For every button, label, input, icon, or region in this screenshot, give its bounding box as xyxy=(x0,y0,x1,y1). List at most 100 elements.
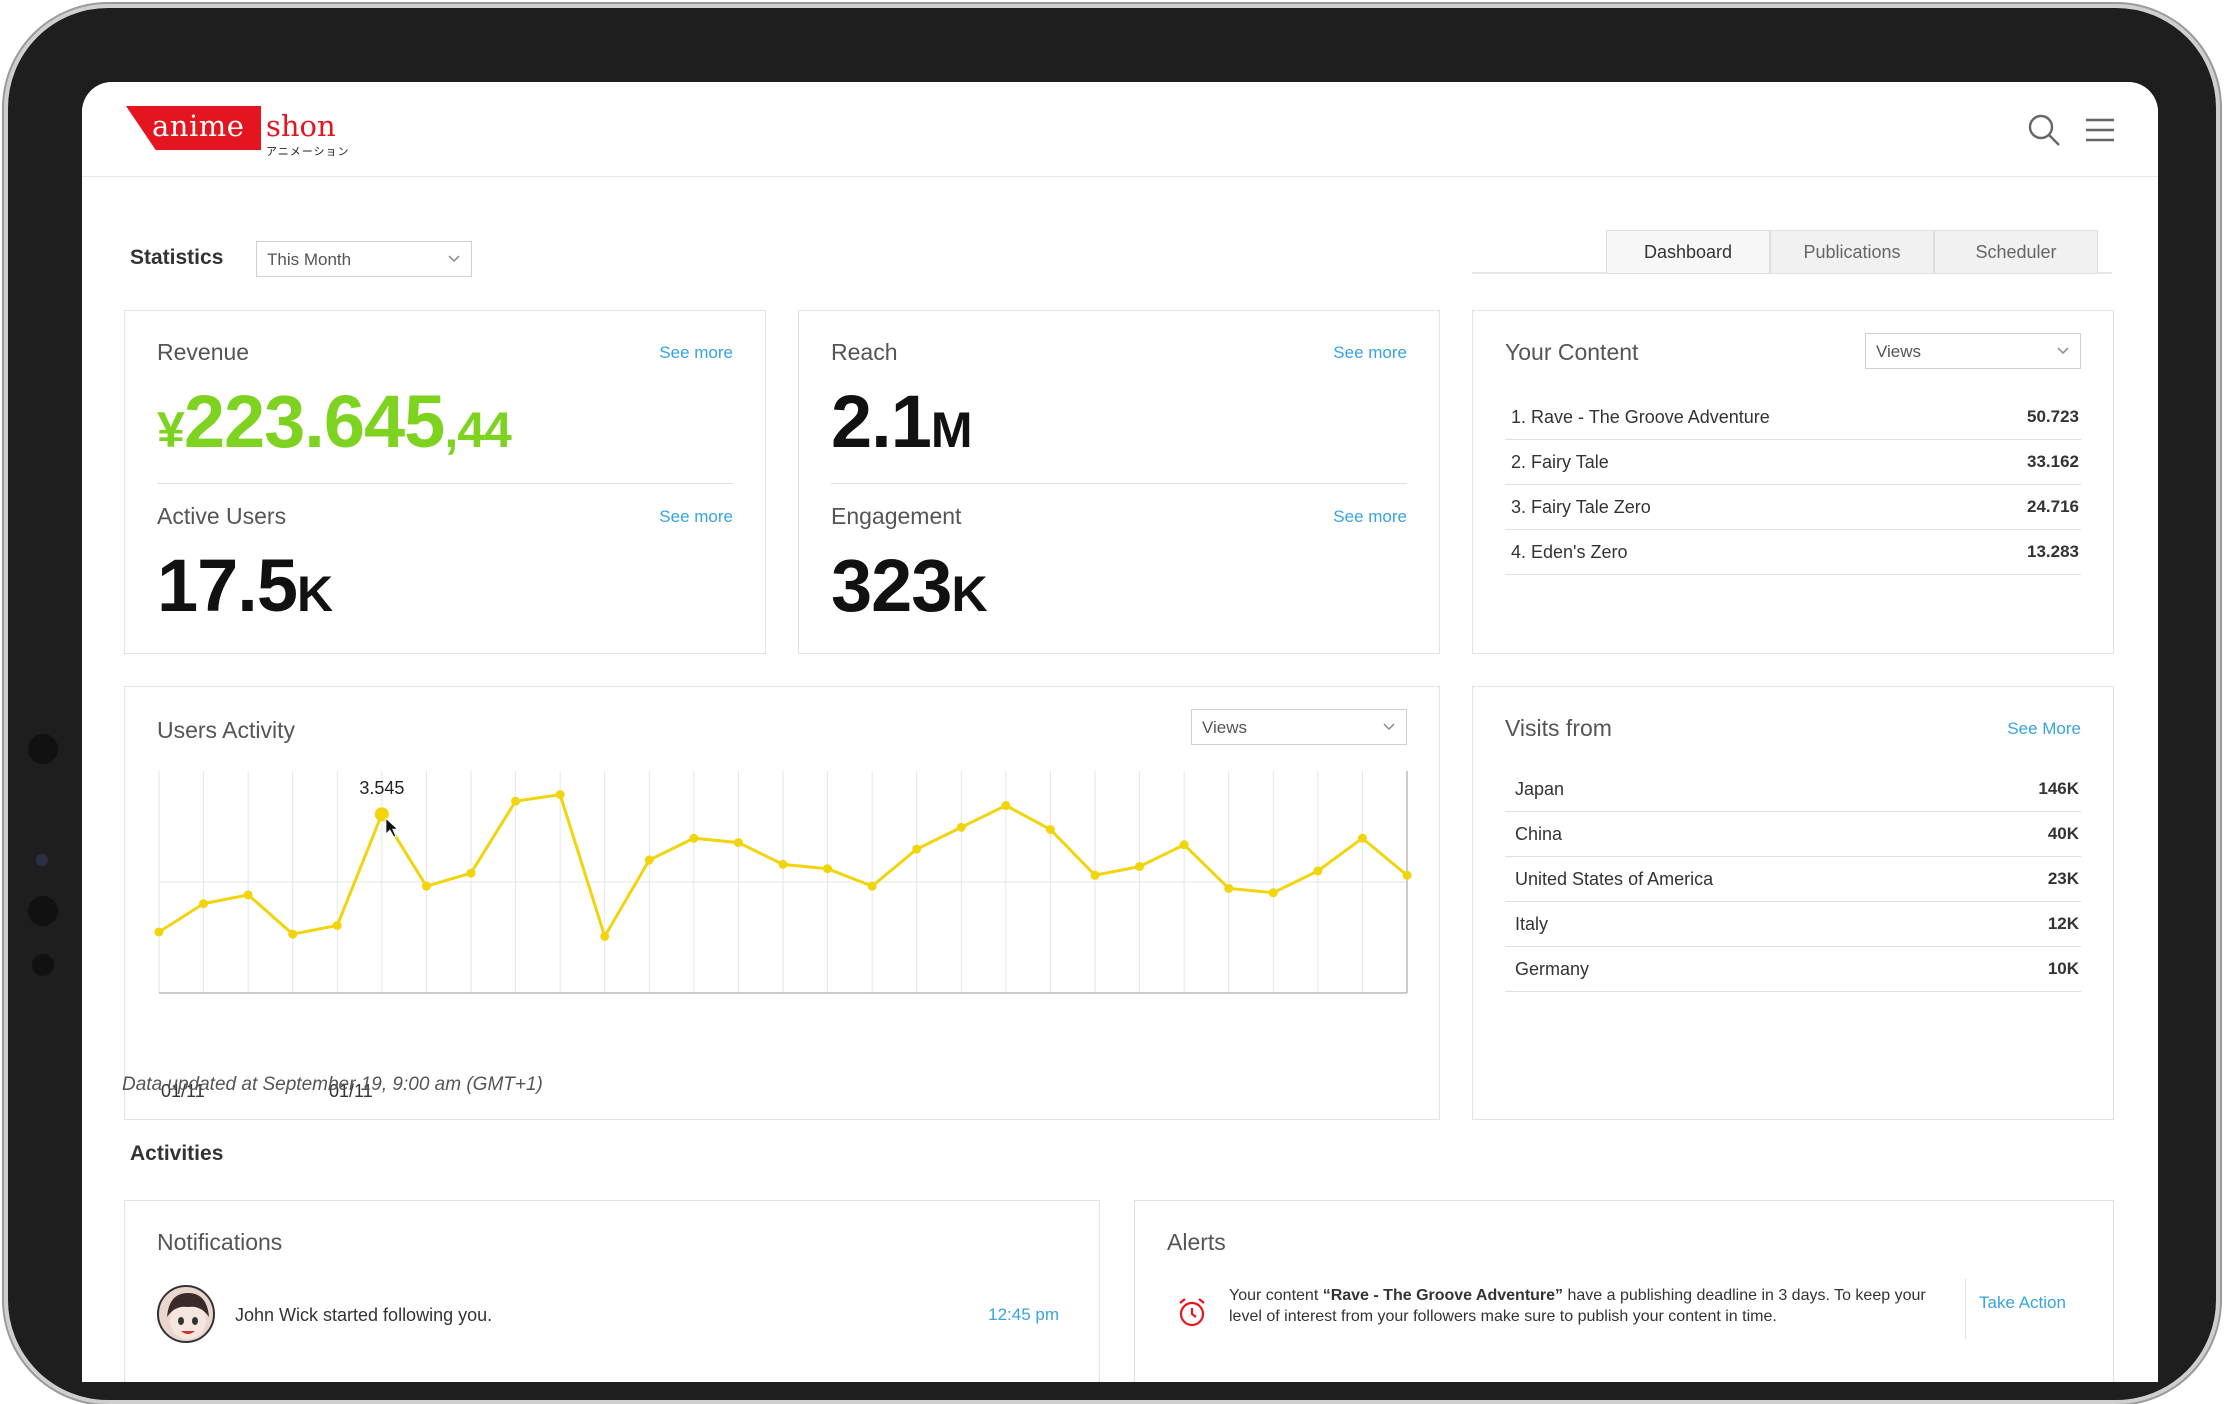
list-item[interactable]: 4. Eden's Zero 13.283 xyxy=(1505,530,2081,575)
list-item[interactable]: Germany 10K xyxy=(1505,947,2081,992)
card-divider xyxy=(831,483,1407,484)
reach-see-more-link[interactable]: See more xyxy=(1333,343,1407,363)
list-item[interactable]: 3. Fairy Tale Zero 24.716 xyxy=(1505,485,2081,530)
list-item[interactable]: 2. Fairy Tale 33.162 xyxy=(1505,440,2081,485)
country-visits: 146K xyxy=(2038,779,2079,798)
country-name: Germany xyxy=(1515,959,1590,979)
top-bar: anime shon アニメーション xyxy=(82,82,2158,177)
active-users-value: 17.5K xyxy=(157,543,333,628)
list-item[interactable]: Italy 12K xyxy=(1505,902,2081,947)
chart-point xyxy=(733,838,743,848)
revenue-amount: 223.645 xyxy=(183,380,445,463)
chart-point xyxy=(199,899,209,909)
engagement-number: 323 xyxy=(831,544,952,627)
chart-point xyxy=(466,868,476,878)
tab-publications[interactable]: Publications xyxy=(1770,230,1934,274)
revenue-see-more-link[interactable]: See more xyxy=(659,343,733,363)
content-views: 24.716 xyxy=(2027,497,2079,516)
chart-point xyxy=(1090,870,1100,880)
chart-point xyxy=(154,927,164,937)
engagement-label: Engagement xyxy=(831,503,962,529)
alert-message-start: Your content xyxy=(1229,1287,1323,1304)
content-views: 33.162 xyxy=(2027,452,2079,471)
reach-number: 2.1 xyxy=(831,380,932,463)
tab-scheduler[interactable]: Scheduler xyxy=(1934,230,2098,274)
chart-point xyxy=(421,881,431,891)
chart-point xyxy=(689,833,699,843)
alert-message: Your content “Rave - The Groove Adventur… xyxy=(1229,1285,1949,1327)
tablet-frame: anime shon アニメーション Statistics This Month… xyxy=(4,4,2220,1404)
active-users-label: Active Users xyxy=(157,503,287,529)
active-users-unit: K xyxy=(297,566,333,622)
content-metric-select[interactable]: Views xyxy=(1865,333,2081,369)
visits-from-title: Visits from xyxy=(1505,715,1612,741)
chart-point xyxy=(778,859,788,869)
revenue-card: Revenue See more ¥223.645,44 Active User… xyxy=(124,310,766,654)
alert-content-title: “Rave - The Groove Adventure” xyxy=(1322,1287,1564,1304)
tab-dashboard[interactable]: Dashboard xyxy=(1606,230,1770,274)
currency-symbol: ¥ xyxy=(157,402,185,458)
chart-point xyxy=(1402,870,1412,880)
engagement-value: 323K xyxy=(831,543,988,628)
bezel-sensor xyxy=(28,734,58,764)
period-select-value: This Month xyxy=(267,250,352,269)
list-item[interactable]: 1. Rave - The Groove Adventure 50.723 xyxy=(1505,395,2081,440)
chart-tooltip-label: 3.545 xyxy=(359,778,404,798)
logo-word-right: shon xyxy=(266,109,336,143)
chart-point xyxy=(1224,883,1234,893)
alarm-clock-icon xyxy=(1179,1298,1205,1327)
active-users-see-more-link[interactable]: See more xyxy=(659,507,733,527)
chart-point xyxy=(1313,866,1323,876)
data-updated-note: Data updated at September 19, 9:00 am (G… xyxy=(122,1074,543,1095)
list-item[interactable]: United States of America 23K xyxy=(1505,857,2081,902)
chart-point xyxy=(1045,825,1055,834)
country-visits: 12K xyxy=(2047,914,2079,933)
chart-point xyxy=(332,920,342,930)
users-activity-line-chart[interactable]: 3.545 xyxy=(125,687,1441,1121)
reach-label: Reach xyxy=(831,339,898,365)
avatar[interactable] xyxy=(157,1285,215,1343)
activities-title: Activities xyxy=(130,1142,224,1165)
avatar-illustration xyxy=(167,1293,209,1339)
search-icon[interactable] xyxy=(2026,112,2062,148)
notifications-card: Notifications John Wick started followin… xyxy=(124,1200,1100,1382)
engagement-unit: K xyxy=(951,566,987,622)
content-name: 2. Fairy Tale xyxy=(1511,452,1609,472)
alerts-title: Alerts xyxy=(1167,1229,1226,1255)
view-tabs: Dashboard Publications Scheduler xyxy=(1472,230,2112,274)
notification-text: John Wick started following you. xyxy=(235,1305,493,1325)
content-views: 13.283 xyxy=(2027,542,2079,561)
list-item[interactable]: Japan 146K xyxy=(1505,767,2081,812)
revenue-value: ¥223.645,44 xyxy=(157,379,512,464)
visits-see-more-link[interactable]: See More xyxy=(2007,719,2081,739)
alert-divider xyxy=(1965,1279,1966,1339)
bezel-sensor xyxy=(28,896,58,926)
take-action-link[interactable]: Take Action xyxy=(1979,1293,2066,1313)
bezel-camera xyxy=(36,854,48,866)
logo-word-left: anime xyxy=(152,109,245,143)
your-content-card: Your Content Views 1. Rave - The Groove … xyxy=(1472,310,2114,654)
content-name: 4. Eden's Zero xyxy=(1511,542,1628,562)
reach-value: 2.1M xyxy=(831,379,973,464)
menu-icon[interactable] xyxy=(2082,112,2118,148)
engagement-see-more-link[interactable]: See more xyxy=(1333,507,1407,527)
content-views: 50.723 xyxy=(2027,407,2079,426)
chart-point xyxy=(912,844,922,854)
list-item[interactable]: China 40K xyxy=(1505,812,2081,857)
brand-logo[interactable]: anime shon アニメーション xyxy=(126,106,366,158)
country-visits: 40K xyxy=(2047,824,2079,843)
country-visits: 23K xyxy=(2047,869,2079,888)
chart-point xyxy=(555,790,565,800)
chart-point xyxy=(867,881,877,891)
app-screen: anime shon アニメーション Statistics This Month… xyxy=(82,82,2158,1382)
country-visits: 10K xyxy=(2047,959,2079,978)
chart-point xyxy=(956,822,966,832)
chart-point xyxy=(1268,888,1278,898)
period-select[interactable]: This Month xyxy=(256,241,472,277)
revenue-label: Revenue xyxy=(157,339,250,365)
logo-subtitle: アニメーション xyxy=(266,146,350,158)
chart-point xyxy=(243,890,253,900)
reach-card: Reach See more 2.1M Engagement See more … xyxy=(798,310,1440,654)
chart-point xyxy=(1135,862,1145,872)
chart-point xyxy=(511,796,521,806)
